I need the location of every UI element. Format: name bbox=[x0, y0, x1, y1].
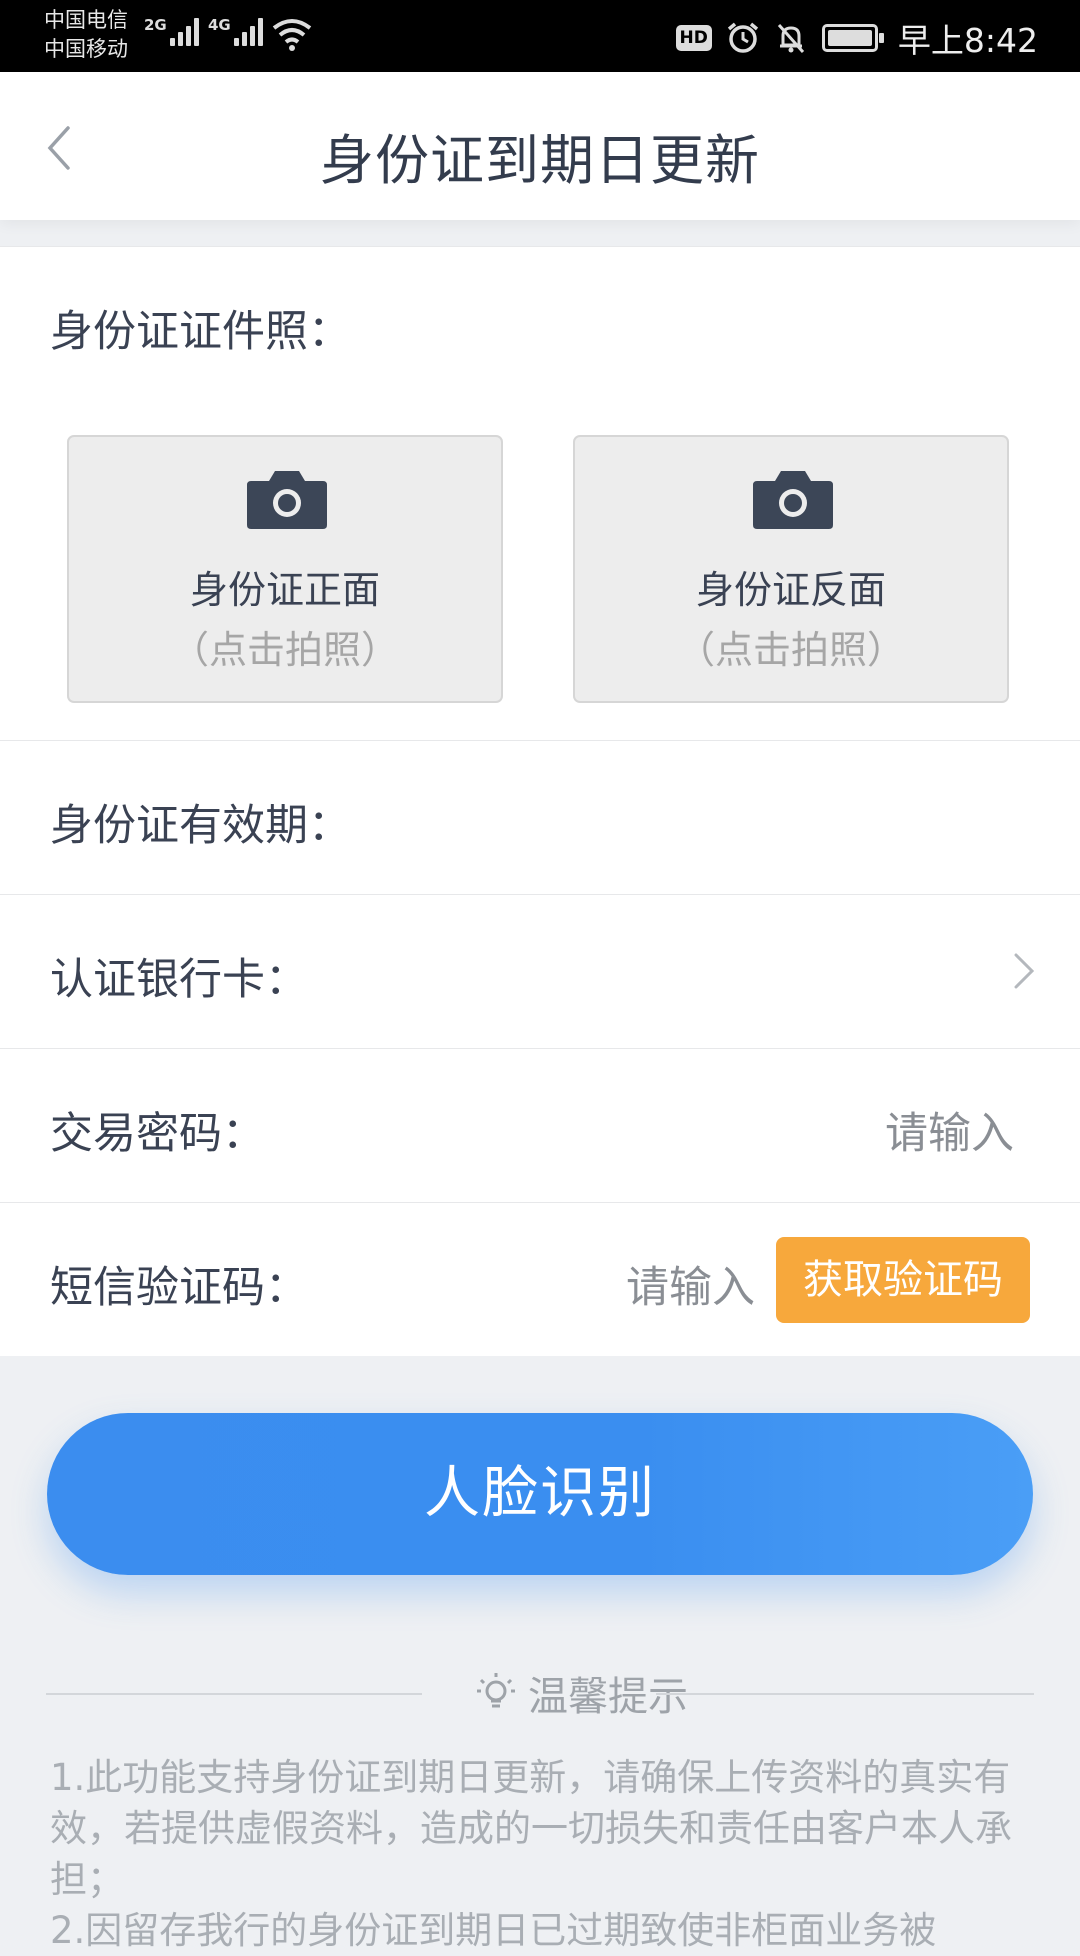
lightbulb-icon bbox=[477, 1673, 515, 1708]
trade-password-label: 交易密码： bbox=[50, 1109, 265, 1159]
carrier-labels: 中国电信 中国移动 bbox=[44, 6, 128, 64]
id-back-photo-button[interactable]: 身份证反面 （点击拍照） bbox=[573, 435, 1009, 703]
id-photo-label: 身份证证件照： bbox=[50, 307, 351, 357]
tips-line-2: 2.因留存我行的身份证到期日已过期致使非柜面业务被 bbox=[50, 1909, 937, 1952]
id-validity-row[interactable]: 身份证有效期： bbox=[0, 740, 1080, 894]
nav-bar: 身份证到期日更新 bbox=[0, 72, 1080, 220]
sms-code-row: 短信验证码： 请输入 获取验证码 bbox=[0, 1202, 1080, 1356]
id-back-title: 身份证反面 bbox=[695, 568, 886, 612]
bank-card-label: 认证银行卡： bbox=[50, 955, 308, 1005]
chevron-right-icon bbox=[1014, 953, 1035, 989]
carrier-1: 中国电信 bbox=[44, 8, 128, 32]
signal-icon: 2G bbox=[144, 16, 202, 46]
id-front-hint: （点击拍照） bbox=[170, 628, 399, 672]
tips-header: 温馨提示 bbox=[46, 1664, 1034, 1724]
id-validity-label: 身份证有效期： bbox=[50, 801, 351, 851]
face-recognition-button[interactable]: 人脸识别 bbox=[47, 1413, 1033, 1575]
id-photo-section: 身份证证件照： 身份证正面 （点击拍照） 身份证反面 （点击拍照） bbox=[0, 246, 1080, 740]
mute-icon bbox=[777, 24, 805, 53]
id-front-title: 身份证正面 bbox=[189, 568, 380, 612]
tips-divider-right bbox=[656, 1693, 1034, 1695]
signal-1-tag: 2G bbox=[144, 16, 167, 34]
id-front-photo-button[interactable]: 身份证正面 （点击拍照） bbox=[67, 435, 503, 703]
status-right-icons: HD 早上8:42 bbox=[675, 14, 1038, 62]
bank-card-row[interactable]: 认证银行卡： bbox=[0, 894, 1080, 1048]
status-bar: 中国电信 中国移动 2G 4G HD 早上8:42 bbox=[0, 0, 1080, 72]
alarm-icon bbox=[727, 22, 759, 53]
trade-password-row: 交易密码： 请输入 bbox=[0, 1048, 1080, 1202]
signal-icon: 4G bbox=[208, 16, 266, 46]
tips-divider-left bbox=[46, 1693, 422, 1695]
sms-code-label: 短信验证码： bbox=[50, 1263, 308, 1313]
tips-body: 1.此功能支持身份证到期日更新，请确保上传资料的真实有效，若提供虚假资料，造成的… bbox=[50, 1752, 1035, 1956]
battery-icon bbox=[821, 24, 884, 52]
trade-password-input[interactable]: 请输入 bbox=[885, 1099, 1014, 1161]
camera-icon bbox=[753, 471, 833, 529]
wifi-icon bbox=[272, 19, 312, 51]
id-back-hint: （点击拍照） bbox=[676, 628, 905, 672]
status-time: 早上8:42 bbox=[897, 21, 1038, 60]
camera-icon bbox=[247, 471, 327, 529]
carrier-2: 中国移动 bbox=[44, 37, 128, 61]
tips-line-1: 1.此功能支持身份证到期日更新，请确保上传资料的真实有效，若提供虚假资料，造成的… bbox=[50, 1756, 1012, 1901]
sms-code-input[interactable]: 请输入 bbox=[626, 1253, 755, 1315]
hd-icon: HD bbox=[675, 25, 712, 51]
page-title: 身份证到期日更新 bbox=[320, 129, 760, 192]
signal-2-tag: 4G bbox=[208, 16, 231, 34]
get-sms-code-button[interactable]: 获取验证码 bbox=[776, 1237, 1030, 1323]
